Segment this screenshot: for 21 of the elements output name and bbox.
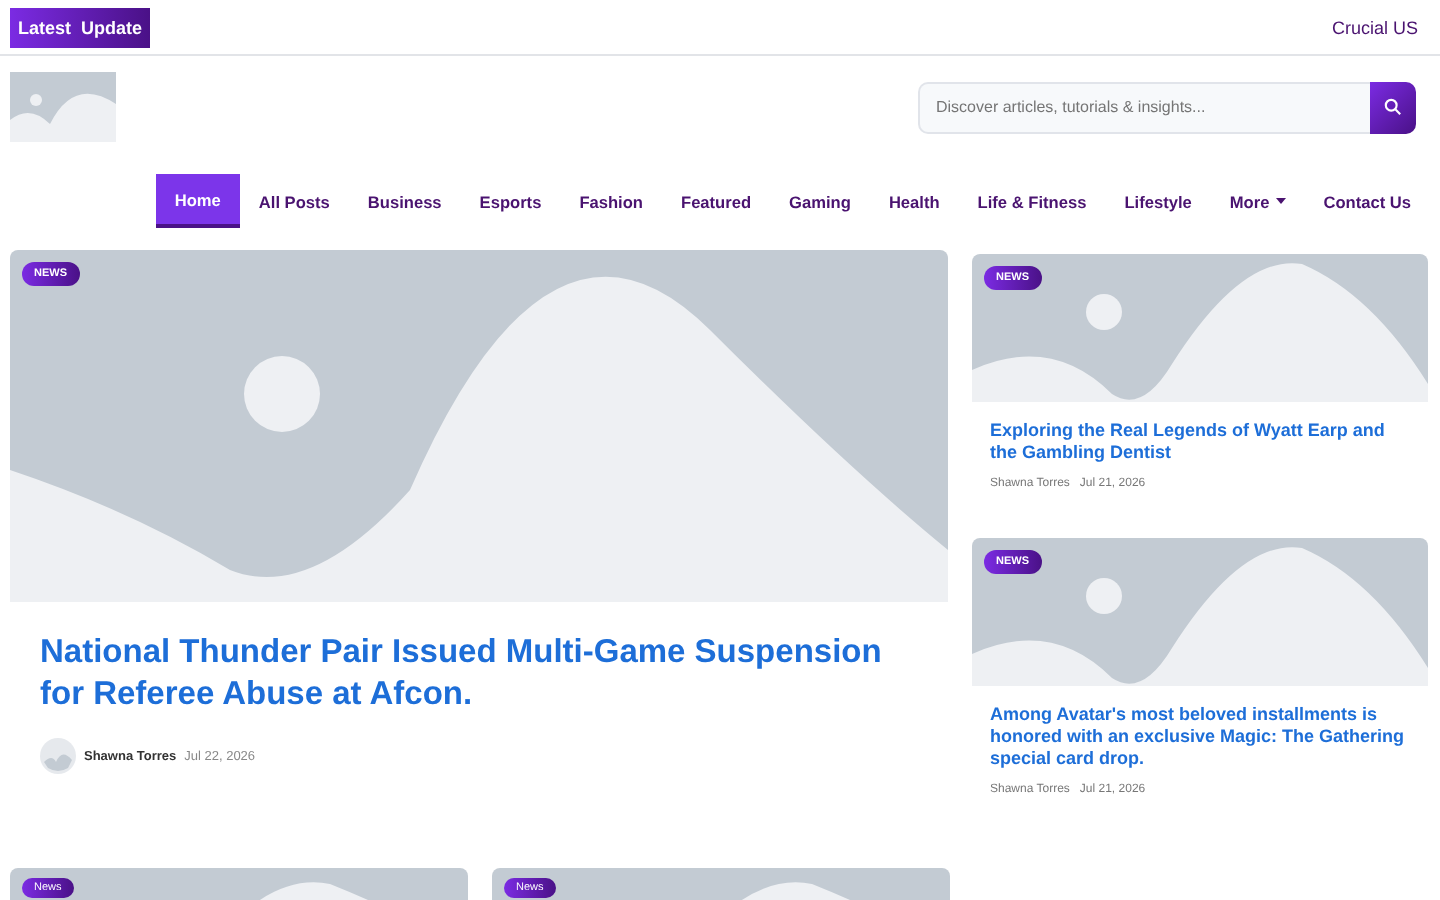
nav-link[interactable]: Life & Fitness [958,174,1106,228]
search-field[interactable]: Discover articles, tutorials & insights... [918,81,1370,133]
post-title[interactable]: Among Avatar's most beloved installments is honored with an exclusive Magic: The Gathering special card drop. [990,704,1408,770]
search-button[interactable] [1370,81,1416,133]
nav-link[interactable]: Fashion [560,174,662,228]
nav-link[interactable]: Contact Us [1304,174,1430,228]
post-title[interactable]: Exploring the Real Legends of Wyatt Earp and the Gambling Dentist [990,420,1408,464]
nav-link[interactable]: Esports [460,174,561,228]
nav-link[interactable]: Business [348,174,461,228]
nav-link[interactable]: Lifestyle [1105,174,1211,228]
post-title[interactable]: National Thunder Pair Issued Multi-Game Suspension for Referee Abuse at Afcon. [40,632,918,716]
avatar-icon [40,738,76,774]
nav-link[interactable]: Featured [662,174,771,228]
region-link[interactable]: Crucial US [1331,17,1418,37]
nav-link[interactable]: More [1210,174,1305,228]
latest-update-button[interactable]: Latest Update [10,7,151,47]
nav-link[interactable]: Home [155,174,240,228]
nav-link[interactable]: All Posts [239,174,349,228]
search-icon [1384,98,1402,116]
nav-link[interactable]: Health [869,174,959,228]
nav-link[interactable]: Gaming [770,174,870,228]
